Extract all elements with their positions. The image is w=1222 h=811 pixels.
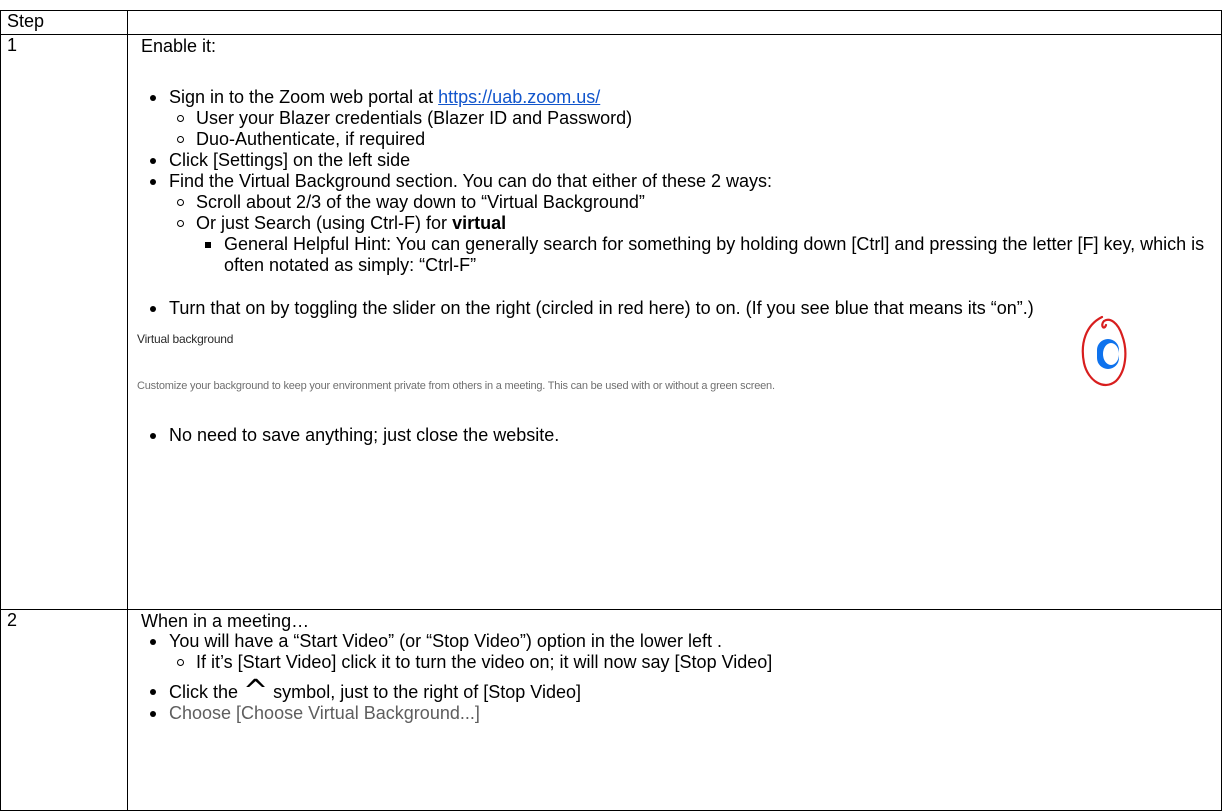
- list-item: Find the Virtual Background section. You…: [143, 171, 1221, 276]
- step-number: 1: [0, 34, 128, 610]
- zoom-portal-link[interactable]: https://uab.zoom.us/: [438, 87, 600, 107]
- header-step-cell: Step: [0, 10, 128, 35]
- list-item: Scroll about 2/3 of the way down to “Vir…: [170, 192, 1221, 213]
- header-content-cell: [127, 10, 1222, 35]
- sub-sub-bullets: General Helpful Hint: You can generally …: [196, 234, 1221, 276]
- list-item: Or just Search (using Ctrl-F) for virtua…: [170, 213, 1221, 276]
- step-number: 2: [0, 609, 128, 811]
- list-item: Turn that on by toggling the slider on t…: [143, 298, 1221, 319]
- step-content: When in a meeting… You will have a “Star…: [127, 609, 1222, 811]
- screenshot-description: Customize your background to keep your e…: [137, 380, 775, 392]
- toggle-icon: [1081, 315, 1127, 387]
- bullet-text: symbol, just to the right of [Stop Video…: [268, 682, 582, 702]
- virtual-background-screenshot: Virtual background Customize your backgr…: [137, 315, 1221, 425]
- list-item: If it’s [Start Video] click it to turn t…: [170, 652, 1221, 673]
- list-item: Click the ^ symbol, just to the right of…: [143, 677, 1221, 707]
- step-intro: When in a meeting…: [141, 611, 310, 631]
- list-item: You will have a “Start Video” (or “Stop …: [143, 631, 1221, 673]
- step-row-2: 2 When in a meeting… You will have a “St…: [0, 609, 1222, 811]
- list-item: Sign in to the Zoom web portal at https:…: [143, 87, 1221, 150]
- bullet-text: You will have a “Start Video” (or “Stop …: [169, 631, 722, 651]
- step-bullets: You will have a “Start Video” (or “Stop …: [141, 631, 1221, 724]
- list-item: No need to save anything; just close the…: [143, 425, 1221, 446]
- bullet-text: Find the Virtual Background section. You…: [169, 171, 773, 191]
- step-content: Enable it: Sign in to the Zoom web porta…: [127, 34, 1222, 610]
- toggle-switch-on[interactable]: [1074, 311, 1134, 395]
- step-row-1: 1 Enable it: Sign in to the Zoom web por…: [0, 34, 1222, 610]
- sub-bullets: If it’s [Start Video] click it to turn t…: [169, 652, 1221, 673]
- step-intro: Enable it:: [141, 36, 217, 56]
- list-item: Duo-Authenticate, if required: [170, 129, 1221, 150]
- final-bullets: No need to save anything; just close the…: [141, 425, 1221, 446]
- list-item: User your Blazer credentials (Blazer ID …: [170, 108, 1221, 129]
- list-item: Click [Settings] on the left side: [143, 150, 1221, 171]
- bullet-text: Or just Search (using Ctrl-F) for: [196, 213, 453, 233]
- search-term: virtual: [452, 213, 507, 233]
- header-row: Step: [0, 10, 1222, 35]
- sub-bullets: Scroll about 2/3 of the way down to “Vir…: [169, 192, 1221, 276]
- list-item: Choose [Choose Virtual Background...]: [143, 703, 1221, 724]
- screenshot-title: Virtual background: [137, 332, 234, 346]
- step-bullets: Sign in to the Zoom web portal at https:…: [141, 87, 1221, 319]
- instructions-table: Step 1 Enable it: Sign in to the Zoom we…: [0, 10, 1222, 811]
- bullet-text: Sign in to the Zoom web portal at: [169, 87, 439, 107]
- sub-bullets: User your Blazer credentials (Blazer ID …: [169, 108, 1221, 150]
- bullet-text: Click the: [169, 682, 244, 702]
- list-item: General Helpful Hint: You can generally …: [198, 234, 1221, 276]
